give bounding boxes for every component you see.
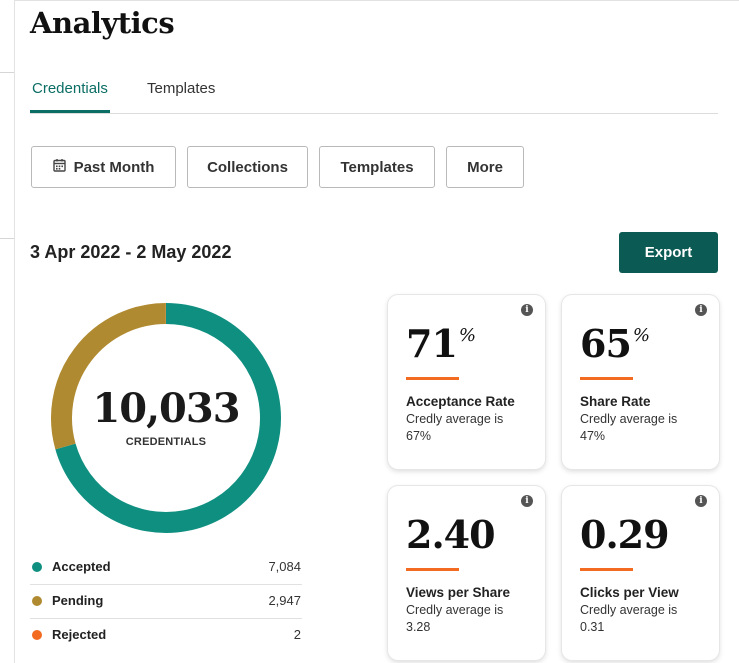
legend-dot-accepted — [32, 562, 42, 572]
metric-accent-bar — [580, 377, 633, 380]
metric-average: Credly average is 3.28 — [406, 603, 504, 634]
tab-credentials[interactable]: Credentials — [30, 80, 110, 113]
export-button[interactable]: Export — [619, 232, 718, 273]
metric-value: 2.40 — [406, 512, 496, 557]
legend-value: 2 — [293, 627, 301, 642]
legend-value: 7,084 — [268, 559, 301, 574]
legend-label: Pending — [52, 593, 104, 608]
views-per-share-card: i 2.40 Views per Share Credly average is… — [388, 486, 545, 660]
metric-value: 71% — [406, 321, 476, 366]
metric-value: 0.29 — [580, 512, 670, 557]
metric-unit: % — [458, 325, 476, 346]
metric-accent-bar — [406, 377, 459, 380]
acceptance-rate-card: i 71% Acceptance Rate Credly average is … — [388, 295, 545, 469]
clicks-per-view-card: i 0.29 Clicks per View Credly average is… — [562, 486, 719, 660]
calendar-icon — [52, 158, 66, 176]
info-icon[interactable]: i — [521, 304, 533, 316]
metric-label: Views per Share — [406, 585, 511, 600]
metric-label: Share Rate — [580, 394, 651, 409]
page-title: Analytics — [30, 6, 175, 40]
info-icon[interactable]: i — [695, 304, 707, 316]
legend-value: 2,947 — [268, 593, 301, 608]
info-icon[interactable]: i — [695, 495, 707, 507]
background-divider — [0, 72, 14, 73]
metric-value: 65% — [580, 321, 650, 366]
metric-label: Clicks per View — [580, 585, 679, 600]
credentials-donut-chart: 10,033 CREDENTIALS — [50, 302, 282, 534]
past-month-button[interactable]: Past Month — [31, 146, 176, 188]
metric-average: Credly average is 0.31 — [580, 603, 678, 634]
legend-row-pending: Pending 2,947 — [30, 585, 302, 619]
background-divider — [0, 238, 14, 239]
donut-legend: Accepted 7,084 Pending 2,947 Rejected 2 — [30, 551, 302, 653]
metric-unit: % — [632, 325, 650, 346]
metric-average: Credly average is 67% — [406, 412, 504, 443]
date-range: 3 Apr 2022 - 2 May 2022 — [30, 242, 232, 262]
info-icon[interactable]: i — [521, 495, 533, 507]
tab-bar: Credentials Templates — [30, 80, 718, 114]
metric-accent-bar — [406, 568, 459, 571]
donut-caption: CREDENTIALS — [125, 436, 207, 448]
donut-total: 10,033 — [92, 385, 240, 432]
legend-label: Rejected — [52, 627, 107, 642]
legend-row-rejected: Rejected 2 — [30, 619, 302, 653]
tab-templates[interactable]: Templates — [147, 80, 215, 97]
legend-dot-rejected — [32, 630, 42, 640]
share-rate-card: i 65% Share Rate Credly average is 47% — [562, 295, 719, 469]
templates-button[interactable]: Templates — [319, 146, 435, 188]
metric-accent-bar — [580, 568, 633, 571]
legend-label: Accepted — [52, 559, 111, 574]
collections-button[interactable]: Collections — [187, 146, 308, 188]
legend-dot-pending — [32, 596, 42, 606]
past-month-label: Past Month — [73, 158, 155, 176]
more-button[interactable]: More — [446, 146, 524, 188]
metric-average: Credly average is 47% — [580, 412, 678, 443]
legend-row-accepted: Accepted 7,084 — [30, 551, 302, 585]
metric-label: Acceptance Rate — [406, 394, 515, 409]
